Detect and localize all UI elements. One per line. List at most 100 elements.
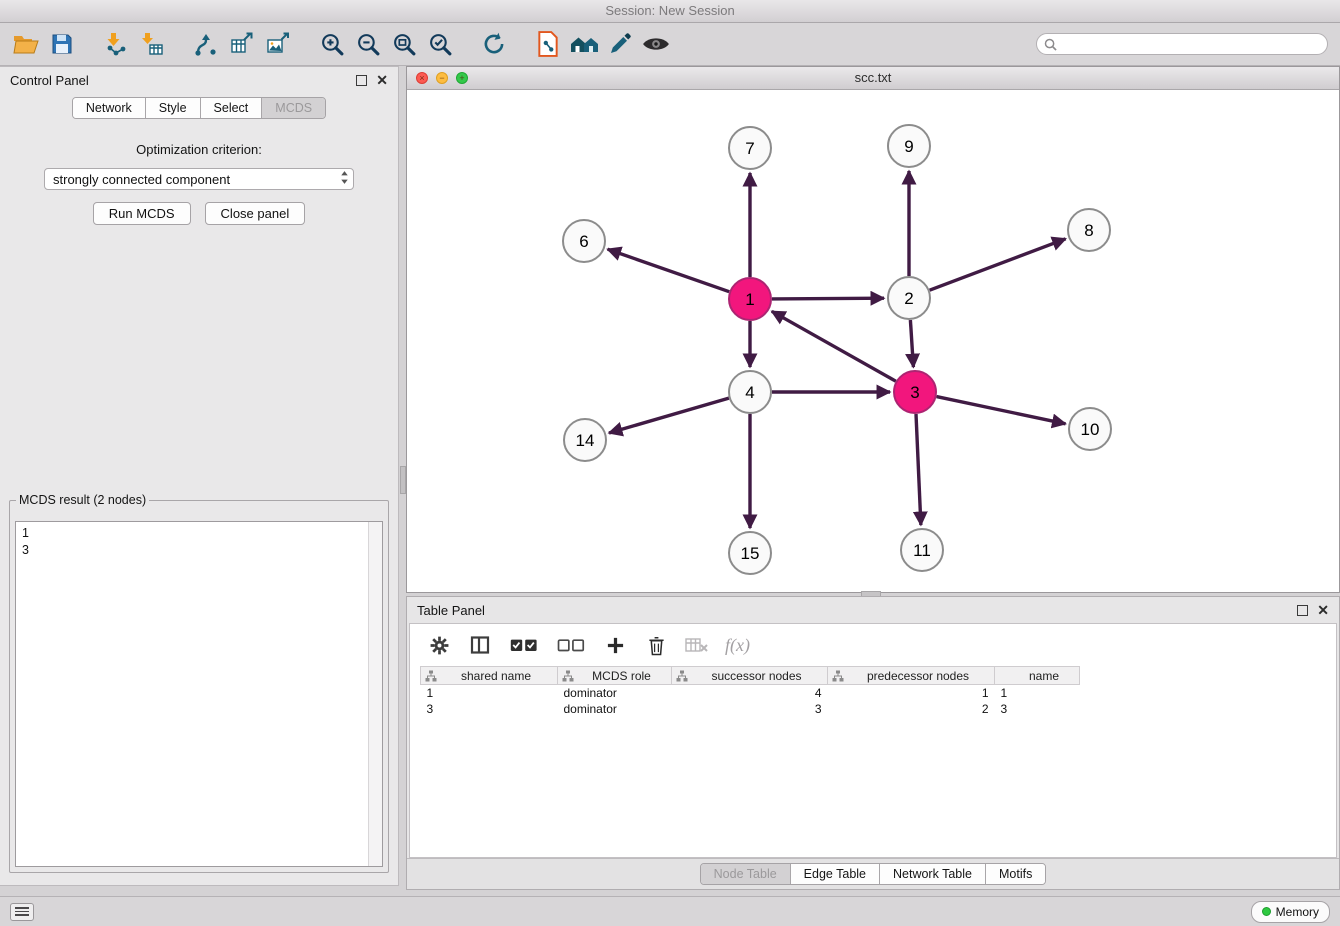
close-panel-button[interactable]: Close panel — [205, 202, 306, 225]
zoom-fit-icon[interactable] — [386, 26, 422, 62]
deselect-all-columns-icon[interactable] — [555, 632, 587, 658]
criterion-dropdown[interactable]: strongly connected component — [44, 168, 354, 190]
tab-network[interactable]: Network — [73, 98, 146, 118]
zoom-selected-icon[interactable] — [422, 26, 458, 62]
result-scrollbar[interactable] — [368, 522, 382, 866]
network-node-11[interactable]: 11 — [901, 529, 943, 571]
close-panel-icon[interactable]: ✕ — [376, 73, 388, 87]
tab-mcds[interactable]: MCDS — [262, 98, 325, 118]
network-node-14[interactable]: 14 — [564, 419, 606, 461]
zoom-out-icon[interactable] — [350, 26, 386, 62]
memory-button[interactable]: Memory — [1251, 901, 1330, 923]
network-node-10[interactable]: 10 — [1069, 408, 1111, 450]
column-header-shared-name[interactable]: shared name — [421, 667, 558, 685]
network-node-3[interactable]: 3 — [894, 371, 936, 413]
cell-name[interactable]: 1 — [995, 685, 1080, 702]
network-document-icon[interactable] — [530, 26, 566, 62]
panel-splitter-vertical[interactable] — [399, 66, 406, 886]
table-row[interactable]: 1 dominator 4 1 1 — [421, 685, 1327, 702]
refresh-icon[interactable] — [476, 26, 512, 62]
network-node-1[interactable]: 1 — [729, 278, 771, 320]
cell-mcds-role[interactable]: dominator — [558, 701, 672, 717]
show-column-panel-icon[interactable] — [467, 632, 493, 658]
network-node-15[interactable]: 15 — [729, 532, 771, 574]
network-node-6[interactable]: 6 — [563, 220, 605, 262]
network-edge-3-11[interactable] — [916, 414, 921, 525]
column-header-mcds-role[interactable]: MCDS role — [558, 667, 672, 685]
export-network-icon[interactable] — [188, 26, 224, 62]
search-input[interactable] — [1062, 36, 1320, 52]
close-panel-icon[interactable]: ✕ — [1317, 603, 1329, 617]
maximize-window-icon[interactable]: + — [456, 72, 468, 84]
cell-successor-nodes[interactable]: 4 — [672, 685, 828, 702]
table-settings-gear-icon[interactable] — [426, 632, 452, 658]
network-node-7[interactable]: 7 — [729, 127, 771, 169]
control-panel-tabs: Network Style Select MCDS — [0, 97, 398, 119]
mcds-result-list[interactable]: 1 3 — [16, 522, 368, 866]
mcds-result-item[interactable]: 3 — [22, 542, 362, 559]
zoom-in-icon[interactable] — [314, 26, 350, 62]
column-type-icon — [676, 670, 688, 685]
network-node-label: 11 — [913, 541, 931, 560]
run-mcds-button[interactable]: Run MCDS — [93, 202, 191, 225]
optimization-criterion-label: Optimization criterion: — [0, 142, 398, 157]
cell-filler — [1080, 701, 1327, 717]
search-box[interactable] — [1036, 33, 1328, 55]
network-node-4[interactable]: 4 — [729, 371, 771, 413]
save-session-icon[interactable] — [44, 26, 80, 62]
select-all-columns-icon[interactable] — [508, 632, 540, 658]
open-session-icon[interactable] — [8, 26, 44, 62]
import-network-icon[interactable] — [98, 26, 134, 62]
houses-icon[interactable] — [566, 26, 602, 62]
eye-icon[interactable] — [638, 26, 674, 62]
network-node-9[interactable]: 9 — [888, 125, 930, 167]
network-node-8[interactable]: 8 — [1068, 209, 1110, 251]
memory-status-dot-icon — [1262, 907, 1271, 916]
cell-mcds-role[interactable]: dominator — [558, 685, 672, 702]
column-type-icon — [562, 670, 574, 685]
network-canvas[interactable]: 7 9 6 8 1 2 4 3 14 10 15 11 — [407, 90, 1339, 593]
cell-predecessor-nodes[interactable]: 1 — [828, 685, 995, 702]
tab-network-table[interactable]: Network Table — [880, 864, 986, 884]
criterion-dropdown-value: strongly connected component — [53, 172, 230, 187]
task-history-icon[interactable] — [10, 903, 34, 921]
mcds-result-item[interactable]: 1 — [22, 525, 362, 542]
cell-shared-name[interactable]: 3 — [421, 701, 558, 717]
network-edge-2-8[interactable] — [930, 239, 1066, 290]
tab-node-table[interactable]: Node Table — [701, 864, 791, 884]
tab-style[interactable]: Style — [146, 98, 201, 118]
float-panel-icon[interactable] — [1297, 605, 1308, 616]
tab-motifs[interactable]: Motifs — [986, 864, 1045, 884]
export-table-icon[interactable] — [224, 26, 260, 62]
network-edge-1-6[interactable] — [608, 249, 730, 292]
column-header-successor-nodes[interactable]: successor nodes — [672, 667, 828, 685]
column-header-predecessor-nodes[interactable]: predecessor nodes — [828, 667, 995, 685]
network-edge-2-3[interactable] — [910, 320, 913, 367]
cell-predecessor-nodes[interactable]: 2 — [828, 701, 995, 717]
import-table-icon[interactable] — [134, 26, 170, 62]
cell-successor-nodes[interactable]: 3 — [672, 701, 828, 717]
mcds-result-box: MCDS result (2 nodes) 1 3 — [9, 493, 389, 873]
network-node-2[interactable]: 2 — [888, 277, 930, 319]
export-image-icon[interactable] — [260, 26, 296, 62]
network-node-label: 2 — [904, 289, 913, 308]
network-node-label: 15 — [741, 544, 760, 563]
panel-splitter-horizontal[interactable] — [406, 593, 1340, 595]
network-edge-3-1[interactable] — [772, 311, 896, 381]
delete-column-trash-icon[interactable] — [643, 632, 669, 658]
close-window-icon[interactable]: × — [416, 72, 428, 84]
cell-shared-name[interactable]: 1 — [421, 685, 558, 702]
brush-icon[interactable] — [602, 26, 638, 62]
network-node-label: 14 — [576, 431, 595, 450]
create-column-plus-icon[interactable] — [602, 632, 628, 658]
tab-select[interactable]: Select — [201, 98, 263, 118]
column-header-name[interactable]: name — [995, 667, 1080, 685]
network-edge-3-10[interactable] — [937, 397, 1066, 424]
minimize-window-icon[interactable]: − — [436, 72, 448, 84]
table-row[interactable]: 3 dominator 3 2 3 — [421, 701, 1327, 717]
cell-name[interactable]: 3 — [995, 701, 1080, 717]
network-edge-1-2[interactable] — [772, 298, 884, 299]
float-panel-icon[interactable] — [356, 75, 367, 86]
network-edge-4-14[interactable] — [609, 398, 729, 433]
tab-edge-table[interactable]: Edge Table — [791, 864, 880, 884]
